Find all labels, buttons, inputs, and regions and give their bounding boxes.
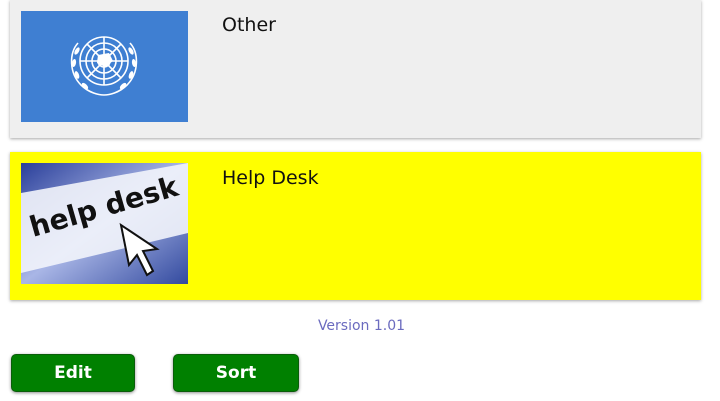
category-card-other[interactable]: Other	[10, 0, 701, 138]
category-card-help-desk[interactable]: help desk Help Desk	[10, 152, 701, 300]
card-title: Help Desk	[222, 167, 319, 189]
version-label: Version 1.01	[317, 318, 406, 334]
card-title: Other	[222, 14, 276, 36]
edit-button[interactable]: Edit	[11, 354, 135, 392]
un-flag-image	[21, 11, 188, 122]
help-desk-image: help desk	[21, 163, 188, 284]
sort-button[interactable]: Sort	[173, 354, 299, 392]
